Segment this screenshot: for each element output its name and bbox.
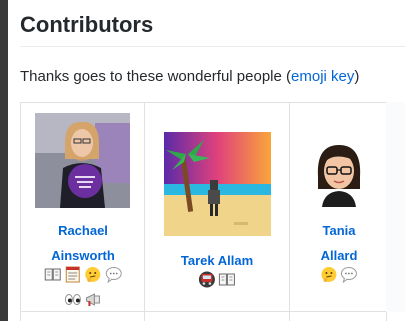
contributors-heading: Contributors — [20, 12, 154, 37]
intro-paren: ) — [354, 68, 360, 85]
contribution-icons-tania — [320, 265, 358, 283]
emoji-key-link[interactable]: emoji key — [291, 68, 354, 85]
contributor-name-rachael-last[interactable]: Ainsworth — [51, 248, 115, 263]
readme-page: Contributors Thanks goes to these wonder… — [8, 0, 405, 321]
contributor-name-rachael-first[interactable]: Rachael — [58, 223, 108, 238]
document-icon[interactable] — [64, 266, 81, 283]
avatar-tarek-image — [164, 132, 271, 236]
book-icon[interactable] — [44, 266, 61, 283]
contribution-icons-tarek — [198, 270, 236, 288]
intro-label: Thanks goes to these wonderful people ( — [20, 68, 292, 85]
column-divider — [144, 102, 145, 321]
thinking-face-icon[interactable] — [85, 266, 102, 283]
contribution-icons-rachael — [44, 265, 122, 283]
speech-balloon-icon[interactable] — [105, 266, 122, 283]
contribution-icons-rachael-row2 — [64, 290, 101, 308]
table-border-left — [20, 102, 21, 321]
eyes-icon[interactable] — [64, 291, 81, 308]
avatar-tania-image — [304, 137, 374, 207]
megaphone-icon[interactable] — [85, 291, 102, 308]
table-border-top — [20, 102, 405, 103]
heading-divider — [20, 46, 405, 47]
avatar-rachael-image — [35, 113, 130, 208]
bus-icon[interactable] — [198, 271, 215, 288]
intro-text: Thanks goes to these wonderful people (e… — [20, 68, 359, 85]
table-border-bottom — [20, 311, 405, 312]
avatar-tarek[interactable] — [164, 132, 271, 236]
book-icon[interactable] — [219, 271, 236, 288]
column-divider — [289, 102, 290, 321]
thinking-face-icon[interactable] — [320, 266, 337, 283]
contributor-name-tania-last[interactable]: Allard — [321, 248, 358, 263]
next-contributor-cell — [386, 102, 405, 312]
avatar-rachael[interactable] — [35, 113, 130, 208]
avatar-tania[interactable] — [304, 137, 374, 207]
speech-balloon-icon[interactable] — [341, 266, 358, 283]
contributor-name-tania-first[interactable]: Tania — [323, 223, 356, 238]
contributor-name-tarek[interactable]: Tarek Allam — [181, 253, 253, 268]
